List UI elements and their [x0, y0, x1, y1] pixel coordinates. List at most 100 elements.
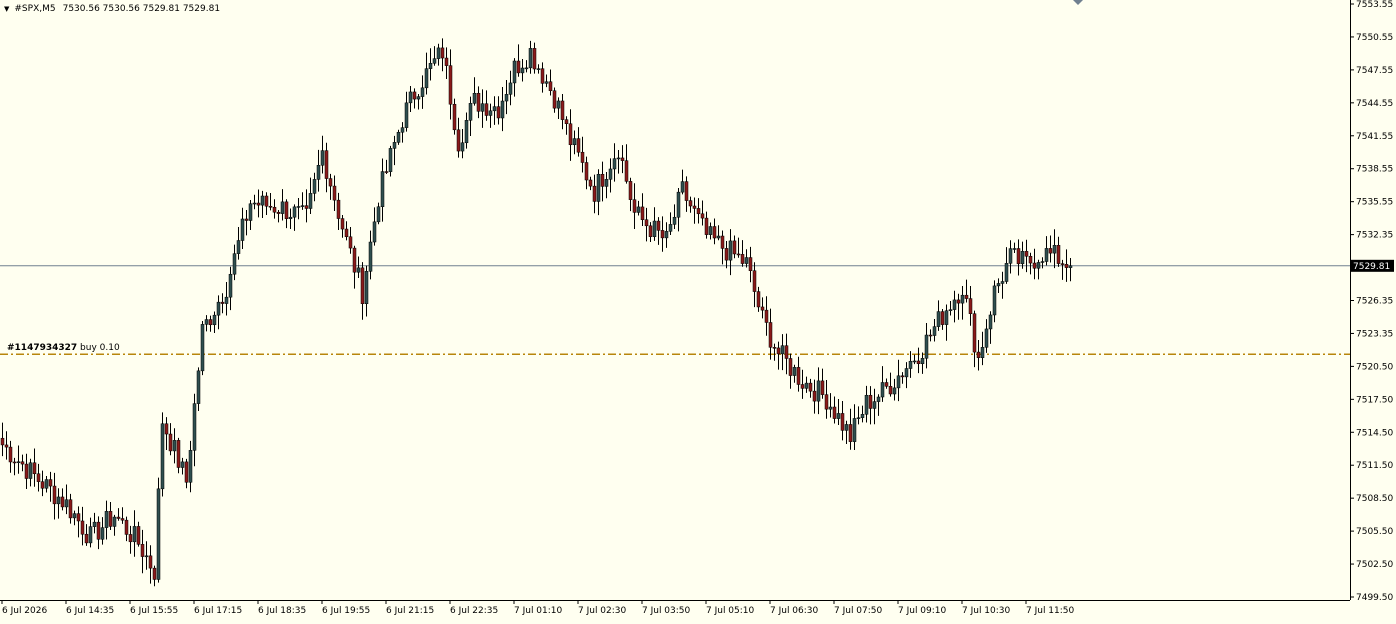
candle	[964, 279, 969, 303]
candle-body	[32, 462, 37, 475]
candle-body	[556, 100, 561, 109]
candle	[92, 512, 97, 534]
candle-body	[764, 309, 769, 323]
candle	[440, 38, 445, 72]
candle	[856, 406, 861, 425]
candle	[1028, 252, 1033, 275]
candle-body	[560, 100, 565, 120]
candle	[896, 359, 901, 402]
candle	[80, 506, 85, 546]
candle	[1068, 258, 1073, 282]
candle	[744, 249, 749, 268]
candle	[536, 64, 541, 74]
time-axis[interactable]: 6 Jul 2026 6 Jul 14:35 6 Jul 15:55 6 Jul 17…	[1, 600, 1075, 616]
candle-body	[888, 386, 893, 395]
candle-body	[196, 370, 201, 404]
candle	[912, 354, 917, 365]
candle	[968, 286, 973, 326]
candle	[876, 394, 881, 416]
candle-body	[380, 171, 385, 207]
candle-body	[716, 235, 721, 239]
candle-body	[372, 221, 377, 243]
candle	[388, 145, 393, 177]
candle-body	[460, 142, 465, 152]
candle	[796, 356, 801, 392]
candle-body	[748, 257, 753, 271]
candle	[160, 412, 165, 497]
candle-body	[96, 521, 101, 540]
candle-body	[908, 360, 913, 369]
candle-body	[608, 168, 613, 180]
candle-body	[544, 81, 549, 84]
candle	[596, 169, 601, 216]
candle	[756, 286, 761, 312]
candle-body	[828, 406, 833, 410]
candle-body	[820, 380, 825, 395]
x-tick-label: 6 Jul 19:55	[322, 606, 370, 616]
chart-area[interactable]: 7553.55 7550.55 7547.55 7544.55 7541.55 7538.…	[0, 0, 1396, 620]
candle-body	[336, 199, 341, 219]
candle-body	[300, 205, 305, 207]
y-tick-label: 7526.35	[1356, 297, 1393, 307]
candle-body	[128, 534, 133, 543]
candle-body	[1000, 281, 1005, 284]
candle	[68, 493, 73, 524]
candle-body	[1036, 262, 1041, 269]
candle	[528, 40, 533, 74]
candle	[632, 183, 637, 229]
candle	[788, 353, 793, 389]
candle-body	[268, 205, 273, 208]
candle	[192, 393, 197, 467]
candle-body	[688, 200, 693, 207]
candle-body	[88, 526, 93, 544]
candle-body	[204, 319, 209, 325]
candle-body	[692, 205, 697, 209]
candle-body	[328, 178, 333, 187]
candle	[740, 240, 745, 267]
candle	[460, 128, 465, 159]
candle-body	[192, 403, 197, 451]
candle-body	[672, 216, 677, 225]
candle	[576, 127, 581, 157]
candle-body	[56, 496, 61, 505]
candle-body	[184, 461, 189, 483]
candle-body	[640, 206, 645, 220]
order-line-label[interactable]: #1147934327 buy 0.10	[7, 343, 120, 353]
candle-body	[404, 102, 409, 128]
candle	[268, 193, 273, 211]
candle	[100, 517, 105, 545]
candle	[56, 488, 61, 519]
candle	[200, 320, 205, 376]
y-tick-label: 7508.50	[1356, 494, 1393, 504]
candlestick-chart[interactable]: 7553.55 7550.55 7547.55 7544.55 7541.55 7538.…	[0, 0, 1396, 620]
candle	[428, 48, 433, 81]
candle-body	[880, 382, 885, 398]
candle	[668, 212, 673, 235]
candle	[708, 222, 713, 240]
candle	[976, 339, 981, 371]
y-tick-label: 7505.50	[1356, 527, 1393, 537]
candle-body	[732, 240, 737, 255]
ohlc-values: 7530.56 7530.56 7529.81 7529.81	[62, 4, 221, 14]
candle	[476, 86, 481, 119]
candle-body	[660, 230, 665, 239]
candle-body	[864, 394, 869, 415]
candle	[1048, 235, 1053, 263]
triangle-down-icon[interactable]: ▼	[4, 5, 9, 13]
candle-body	[884, 382, 889, 387]
candle-body	[436, 47, 441, 59]
candle	[864, 385, 869, 423]
candle	[216, 295, 221, 330]
candle-body	[872, 401, 877, 409]
candle-body	[704, 217, 709, 235]
current-price-tag-label: 7529.81	[1353, 262, 1390, 272]
price-axis[interactable]: 7553.55 7550.55 7547.55 7544.55 7541.55 7538.…	[1350, 0, 1393, 603]
candle-body	[868, 394, 873, 409]
candle	[280, 189, 285, 221]
candle-body	[900, 375, 905, 378]
candle	[704, 211, 709, 239]
candle-body	[784, 345, 789, 359]
candle	[336, 192, 341, 230]
candle	[908, 351, 913, 378]
candle-body	[0, 437, 5, 446]
